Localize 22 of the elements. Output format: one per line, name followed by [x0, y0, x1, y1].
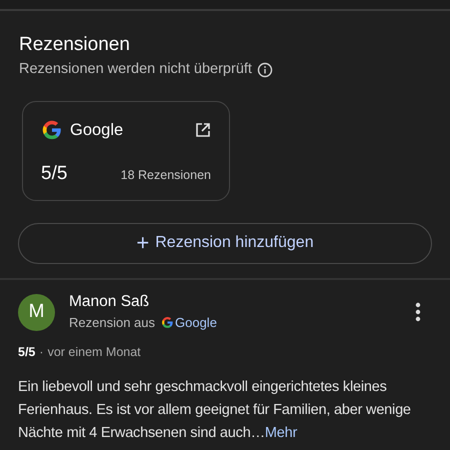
section-title: Rezensionen [19, 33, 131, 57]
source-card[interactable]: Google 5/5 18 Rezensionen [22, 100, 230, 201]
author-name: Manon Saß [69, 292, 150, 312]
source-prefix: Rezension aus [69, 314, 155, 332]
section-subtitle: Rezensionen werden nicht überprüft [19, 60, 252, 79]
external-link-icon[interactable] [195, 122, 211, 138]
avatar: M [18, 294, 55, 330]
google-logo-icon [161, 316, 174, 329]
source-link[interactable]: Google [175, 312, 217, 332]
score: 5/5 [41, 162, 68, 186]
review-score: 5/5 [18, 344, 36, 362]
google-logo-icon [41, 119, 63, 142]
review-count: 18 Rezensionen [120, 166, 211, 184]
more-link[interactable]: Mehr [264, 425, 298, 441]
add-review-button[interactable]: + Rezension hinzufügen [18, 222, 432, 264]
separator: · [39, 344, 44, 362]
info-icon[interactable] [256, 62, 273, 78]
review-time: vor einem Monat [48, 344, 141, 362]
review-text: Ein liebevoll und sehr geschmackvoll eingerichtetes kleines Ferienhaus. Es ist vor allem geeignet für Familien, aber wenige Nächte mit 4 Erwachsenen sind auch…Mehr [18, 378, 412, 443]
more-options-icon[interactable] [415, 302, 421, 322]
source-name: Google [70, 120, 124, 141]
plus-icon: + [136, 232, 150, 254]
